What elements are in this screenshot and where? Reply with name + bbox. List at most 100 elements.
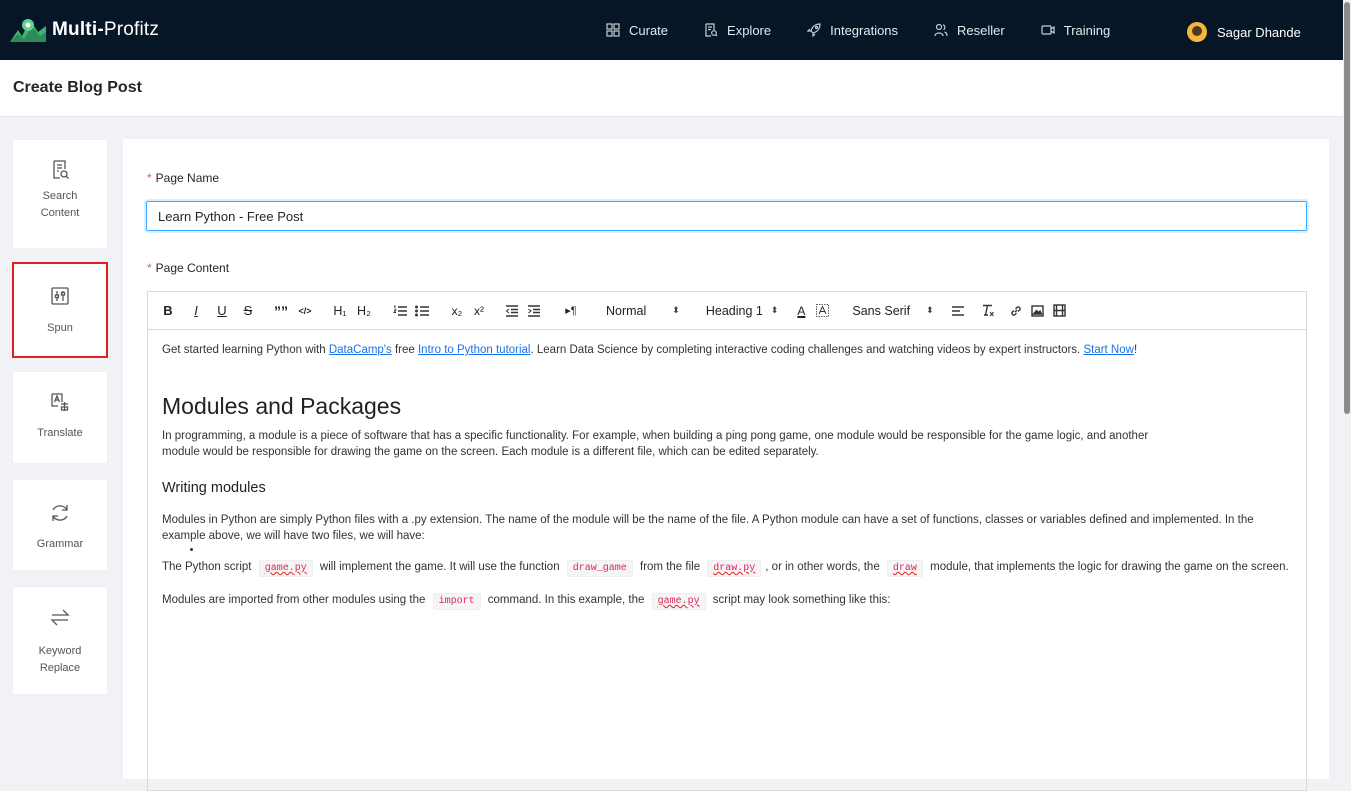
blockquote-button[interactable]: ”” bbox=[274, 299, 288, 323]
text-span: , or in other words, the bbox=[765, 561, 883, 573]
nav-item-training[interactable]: Training bbox=[1041, 23, 1110, 38]
nav-item-explore[interactable]: Explore bbox=[704, 23, 771, 38]
start-now-link[interactable]: Start Now bbox=[1083, 344, 1134, 356]
doc-search-icon bbox=[705, 23, 718, 37]
tool-spun[interactable]: Spun bbox=[12, 262, 108, 358]
bullet-list-button[interactable] bbox=[414, 299, 430, 323]
font-color-button[interactable]: A bbox=[794, 299, 808, 323]
underline-button[interactable]: U bbox=[216, 299, 228, 323]
heading2-button[interactable]: H₂ bbox=[356, 299, 372, 323]
tool-label: Keyword Replace bbox=[39, 643, 82, 677]
user-menu[interactable]: Sagar Dhande bbox=[1187, 22, 1301, 42]
page-name-input[interactable] bbox=[146, 201, 1307, 231]
tool-label-line2: Replace bbox=[39, 662, 81, 674]
tool-label: Spun bbox=[47, 322, 73, 334]
align-button[interactable] bbox=[950, 299, 966, 323]
align-icon bbox=[951, 305, 964, 316]
size-select-value: Normal bbox=[606, 303, 647, 318]
user-name: Sagar Dhande bbox=[1217, 24, 1301, 40]
select-arrow-icon: ⬍ bbox=[770, 305, 779, 315]
select-arrow-icon: ⬍ bbox=[926, 305, 934, 315]
tool-label: Search Content bbox=[41, 188, 80, 222]
text-span: module, that implements the logic for dr… bbox=[926, 561, 1289, 573]
search-content-icon bbox=[53, 160, 69, 179]
clear-format-button[interactable] bbox=[980, 299, 996, 323]
top-navbar: Multi-Profitz Curate Explore Integration… bbox=[0, 0, 1343, 60]
ordered-list-button[interactable] bbox=[392, 299, 408, 323]
code-block-button[interactable]: </> bbox=[298, 299, 312, 323]
tool-search-content[interactable]: Search Content bbox=[12, 139, 108, 249]
outdent-button[interactable] bbox=[504, 299, 520, 323]
nav-item-label: Training bbox=[1063, 22, 1111, 38]
app-logo[interactable]: Multi-Profitz bbox=[8, 12, 159, 48]
datacamp-link[interactable]: DataCamp's bbox=[329, 344, 392, 356]
nav-item-label: Curate bbox=[629, 22, 669, 38]
vertical-scrollbar[interactable] bbox=[1343, 0, 1351, 775]
tool-grammar[interactable]: Grammar bbox=[12, 479, 108, 571]
main-nav: Curate Explore Integrations Reseller Tra… bbox=[606, 0, 1146, 60]
nav-item-curate[interactable]: Curate bbox=[606, 23, 668, 38]
heading-select[interactable]: Heading 1 ⬍ bbox=[706, 304, 779, 318]
inline-code: draw bbox=[886, 560, 923, 577]
text-span: script may look something like this: bbox=[709, 594, 891, 606]
video-icon bbox=[1041, 25, 1055, 35]
page-name-label: * Page Name bbox=[147, 171, 219, 185]
inline-code: game.py bbox=[258, 560, 313, 577]
tool-label: Grammar bbox=[36, 538, 84, 550]
page-header: Create Blog Post bbox=[0, 60, 1343, 117]
rich-text-editor: B I U S ”” </> H₁ H₂ x₂ x² ▸¶ Normal ⬍ H… bbox=[147, 291, 1307, 791]
intro-paragraph: Get started learning Python with DataCam… bbox=[162, 342, 1292, 358]
video-button[interactable] bbox=[1052, 299, 1068, 323]
inline-code: import bbox=[432, 593, 481, 610]
size-select[interactable]: Normal ⬍ bbox=[606, 304, 680, 318]
rocket-icon bbox=[807, 23, 821, 37]
logo-icon bbox=[10, 19, 46, 42]
nav-item-integrations[interactable]: Integrations bbox=[807, 23, 898, 38]
heading1-button[interactable]: H₁ bbox=[332, 299, 348, 323]
avatar bbox=[1187, 22, 1207, 42]
tool-keyword-replace[interactable]: Keyword Replace bbox=[12, 586, 108, 695]
content-paragraph: Modules in Python are simply Python file… bbox=[162, 514, 1254, 542]
paragraph-direction-icon: ▸¶ bbox=[565, 305, 577, 317]
film-icon bbox=[1053, 304, 1066, 317]
required-mark: * bbox=[147, 171, 152, 185]
text-direction-button[interactable]: ▸¶ bbox=[564, 299, 578, 323]
subscript-button[interactable]: x₂ bbox=[450, 299, 464, 323]
intro-text: . Learn Data Science by completing inter… bbox=[530, 344, 1084, 356]
text-span: The Python script bbox=[162, 561, 255, 573]
italic-button[interactable]: I bbox=[190, 299, 202, 323]
font-select[interactable]: Sans Serif ⬍ bbox=[852, 304, 933, 318]
indent-button[interactable] bbox=[526, 299, 542, 323]
editor-content[interactable]: Get started learning Python with DataCam… bbox=[148, 330, 1306, 622]
background-color-button[interactable] bbox=[814, 299, 830, 323]
select-arrow-icon: ⬍ bbox=[672, 305, 680, 315]
indent-icon bbox=[528, 304, 540, 317]
page-name-label-text: Page Name bbox=[155, 171, 220, 185]
bold-button[interactable]: B bbox=[162, 299, 174, 323]
link-button[interactable] bbox=[1008, 299, 1024, 323]
logo-text-bold: Multi- bbox=[52, 19, 104, 40]
outdent-icon bbox=[505, 304, 518, 317]
scrollbar-thumb[interactable] bbox=[1344, 2, 1350, 414]
tool-label-line2: Content bbox=[40, 207, 80, 219]
font-select-value: Sans Serif bbox=[852, 303, 911, 318]
superscript-button[interactable]: x² bbox=[472, 299, 486, 323]
inline-code: game.py bbox=[651, 593, 706, 610]
empty-bullet bbox=[162, 544, 1292, 558]
intro-text: free bbox=[391, 344, 418, 356]
tool-label-line1: Keyword bbox=[38, 645, 82, 657]
nav-item-reseller[interactable]: Reseller bbox=[934, 23, 1005, 38]
tool-translate[interactable]: Translate bbox=[12, 371, 108, 464]
refresh-icon bbox=[52, 505, 68, 521]
strike-button[interactable]: S bbox=[242, 299, 254, 323]
page-content-label: * Page Content bbox=[147, 261, 229, 275]
image-button[interactable] bbox=[1030, 299, 1046, 323]
swap-arrows-icon bbox=[50, 609, 70, 626]
text-span: from the file bbox=[636, 561, 704, 573]
text-span: will implement the game. It will use the… bbox=[316, 561, 563, 573]
content-paragraph: In programming, a module is a piece of s… bbox=[162, 430, 1149, 458]
translate-icon bbox=[51, 393, 69, 411]
intro-python-link[interactable]: Intro to Python tutorial bbox=[418, 344, 531, 356]
nav-item-label: Reseller bbox=[957, 22, 1005, 38]
intro-text: ! bbox=[1133, 344, 1138, 356]
